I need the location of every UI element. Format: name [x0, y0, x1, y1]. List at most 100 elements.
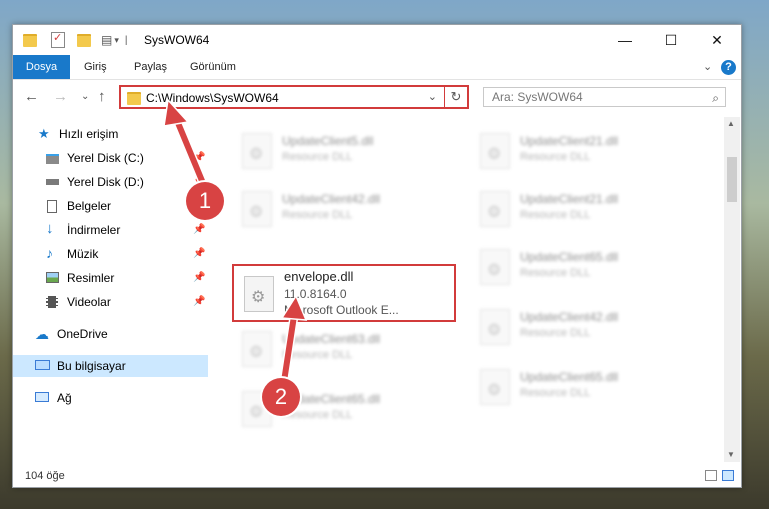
sidebar-item-quick-access[interactable]: ★ Hızlı erişim: [13, 123, 208, 145]
folder-icon: [23, 33, 37, 47]
list-item[interactable]: UpdateClient21.dll Resource DLL: [470, 125, 695, 177]
file-type: Resource DLL: [282, 349, 353, 361]
vertical-scrollbar[interactable]: ▲ ▼: [724, 117, 740, 462]
file-type: Resource DLL: [520, 209, 591, 221]
tab-share[interactable]: Paylaş: [134, 55, 167, 79]
sidebar-item-label: Resimler: [67, 271, 115, 285]
dll-file-icon: [480, 369, 510, 405]
sidebar-item-documents[interactable]: Belgeler 📌: [13, 195, 208, 217]
sidebar-item-network[interactable]: Ağ: [13, 387, 208, 409]
tab-home[interactable]: Giriş: [84, 55, 107, 79]
list-item[interactable]: UpdateClient21.dll Resource DLL: [470, 183, 695, 235]
sidebar-item-pictures[interactable]: Resimler 📌: [13, 267, 208, 289]
file-name: UpdateClient65.dll: [520, 370, 619, 384]
refresh-button[interactable]: ↻: [444, 87, 467, 107]
up-button[interactable]: ↑: [98, 88, 106, 105]
sidebar-item-label: Müzik: [67, 247, 99, 261]
videos-icon: [46, 296, 58, 308]
file-description: Microsoft Outlook E...: [284, 303, 399, 317]
file-name: UpdateClient42.dll: [282, 192, 381, 206]
pin-icon[interactable]: 📌: [193, 291, 205, 313]
file-name: UpdateClient63.dll: [282, 332, 381, 346]
minimize-button[interactable]: —: [602, 25, 648, 55]
search-icon[interactable]: ⌕: [712, 89, 719, 107]
back-button[interactable]: ←: [24, 88, 39, 105]
properties-icon[interactable]: ✓: [51, 32, 65, 48]
dll-file-icon: [480, 249, 510, 285]
dll-file-icon: [480, 133, 510, 169]
scrollbar-thumb[interactable]: [727, 157, 737, 202]
window-title: SysWOW64: [144, 33, 210, 47]
sidebar-item-disk-c[interactable]: Yerel Disk (C:) 📌: [13, 147, 208, 169]
scroll-up-icon[interactable]: ▲: [727, 119, 735, 128]
list-item[interactable]: UpdateClient65.dll Resource DLL: [470, 241, 695, 293]
details-view-icon[interactable]: [705, 470, 717, 481]
status-bar: 104 öğe: [13, 465, 741, 487]
callout-badge-1: 1: [186, 182, 224, 220]
sidebar-item-music[interactable]: ♪ Müzik 📌: [13, 243, 208, 265]
scroll-down-icon[interactable]: ▼: [727, 450, 735, 459]
file-type: Resource DLL: [520, 267, 591, 279]
address-bar[interactable]: C:\Windows\SysWOW64 ⌄ ↻: [119, 85, 469, 109]
maximize-button[interactable]: ☐: [648, 25, 694, 55]
disk-icon: [46, 154, 59, 164]
list-item[interactable]: UpdateClient5.dll Resource DLL: [232, 125, 457, 177]
close-icon: ✕: [711, 31, 723, 48]
callout-badge-2: 2: [262, 378, 300, 416]
list-item[interactable]: UpdateClient65.dll Resource DLL: [470, 361, 695, 413]
maximize-icon: ☐: [664, 31, 678, 48]
dll-file-icon: [244, 276, 274, 312]
chevron-down-icon[interactable]: ▾: [114, 35, 119, 46]
file-version: 11.0.8164.0: [284, 287, 347, 301]
help-icon[interactable]: ?: [721, 60, 736, 75]
computer-icon: [35, 360, 50, 370]
network-icon: [35, 392, 49, 402]
sidebar-item-label: Yerel Disk (C:): [67, 151, 144, 165]
explorer-window: ✓ ▤ ▾ | SysWOW64 — ☐ ✕ Dosya Giriş Payla…: [12, 24, 742, 488]
chevron-down-icon[interactable]: ⌄: [428, 90, 437, 103]
ribbon-tabs: Dosya Giriş Paylaş Görünüm ⌄ ?: [13, 55, 741, 80]
sidebar-item-this-pc[interactable]: Bu bilgisayar: [13, 355, 208, 377]
music-icon: ♪: [46, 245, 53, 261]
pin-icon[interactable]: 📌: [193, 147, 205, 169]
dll-file-icon: [480, 309, 510, 345]
sidebar-item-videos[interactable]: Videolar 📌: [13, 291, 208, 313]
sidebar-item-label: İndirmeler: [67, 223, 121, 237]
forward-button[interactable]: →: [53, 88, 68, 105]
pin-icon[interactable]: 📌: [193, 219, 205, 241]
list-item[interactable]: UpdateClient42.dll Resource DLL: [470, 301, 695, 353]
list-item[interactable]: UpdateClient42.dll Resource DLL: [232, 183, 457, 235]
sidebar-item-label: Bu bilgisayar: [57, 359, 126, 373]
documents-icon: [47, 200, 57, 213]
item-count: 104 öğe: [25, 470, 65, 482]
close-button[interactable]: ✕: [694, 25, 740, 55]
ribbon-expand-icon[interactable]: ⌄: [703, 55, 712, 79]
file-name: envelope.dll: [284, 269, 354, 284]
large-icons-view-icon[interactable]: [722, 470, 734, 481]
sidebar-item-downloads[interactable]: ↓ İndirmeler 📌: [13, 219, 208, 241]
pin-icon[interactable]: 📌: [193, 267, 205, 289]
tab-view[interactable]: Görünüm: [190, 55, 236, 79]
address-path[interactable]: C:\Windows\SysWOW64: [146, 91, 279, 105]
customize-toolbar-icon[interactable]: ▤: [101, 33, 112, 47]
pin-icon[interactable]: 📌: [193, 243, 205, 265]
navigation-pane: ★ Hızlı erişim Yerel Disk (C:) 📌 Yerel D…: [13, 117, 208, 462]
sidebar-item-onedrive[interactable]: ☁ OneDrive: [13, 323, 208, 345]
highlighted-file-envelope-dll[interactable]: envelope.dll 11.0.8164.0 Microsoft Outlo…: [232, 264, 456, 322]
sidebar-item-label: Hızlı erişim: [59, 127, 119, 141]
search-placeholder: Ara: SysWOW64: [492, 90, 583, 104]
list-item[interactable]: UpdateClient63.dll Resource DLL: [232, 323, 457, 375]
sidebar-item-disk-d[interactable]: Yerel Disk (D:) 📌: [13, 171, 208, 193]
recent-locations-button[interactable]: ⌄: [81, 91, 89, 102]
star-icon: ★: [38, 126, 50, 141]
file-name: UpdateClient21.dll: [520, 134, 619, 148]
disk-icon: [46, 179, 59, 185]
new-folder-icon[interactable]: [77, 33, 91, 47]
sidebar-item-label: Yerel Disk (D:): [67, 175, 144, 189]
download-icon: ↓: [46, 220, 54, 237]
tab-file[interactable]: Dosya: [13, 55, 70, 79]
file-name: UpdateClient5.dll: [282, 134, 374, 148]
dll-file-icon: [242, 191, 272, 227]
folder-icon: [127, 92, 141, 105]
search-input[interactable]: Ara: SysWOW64 ⌕: [483, 87, 726, 107]
